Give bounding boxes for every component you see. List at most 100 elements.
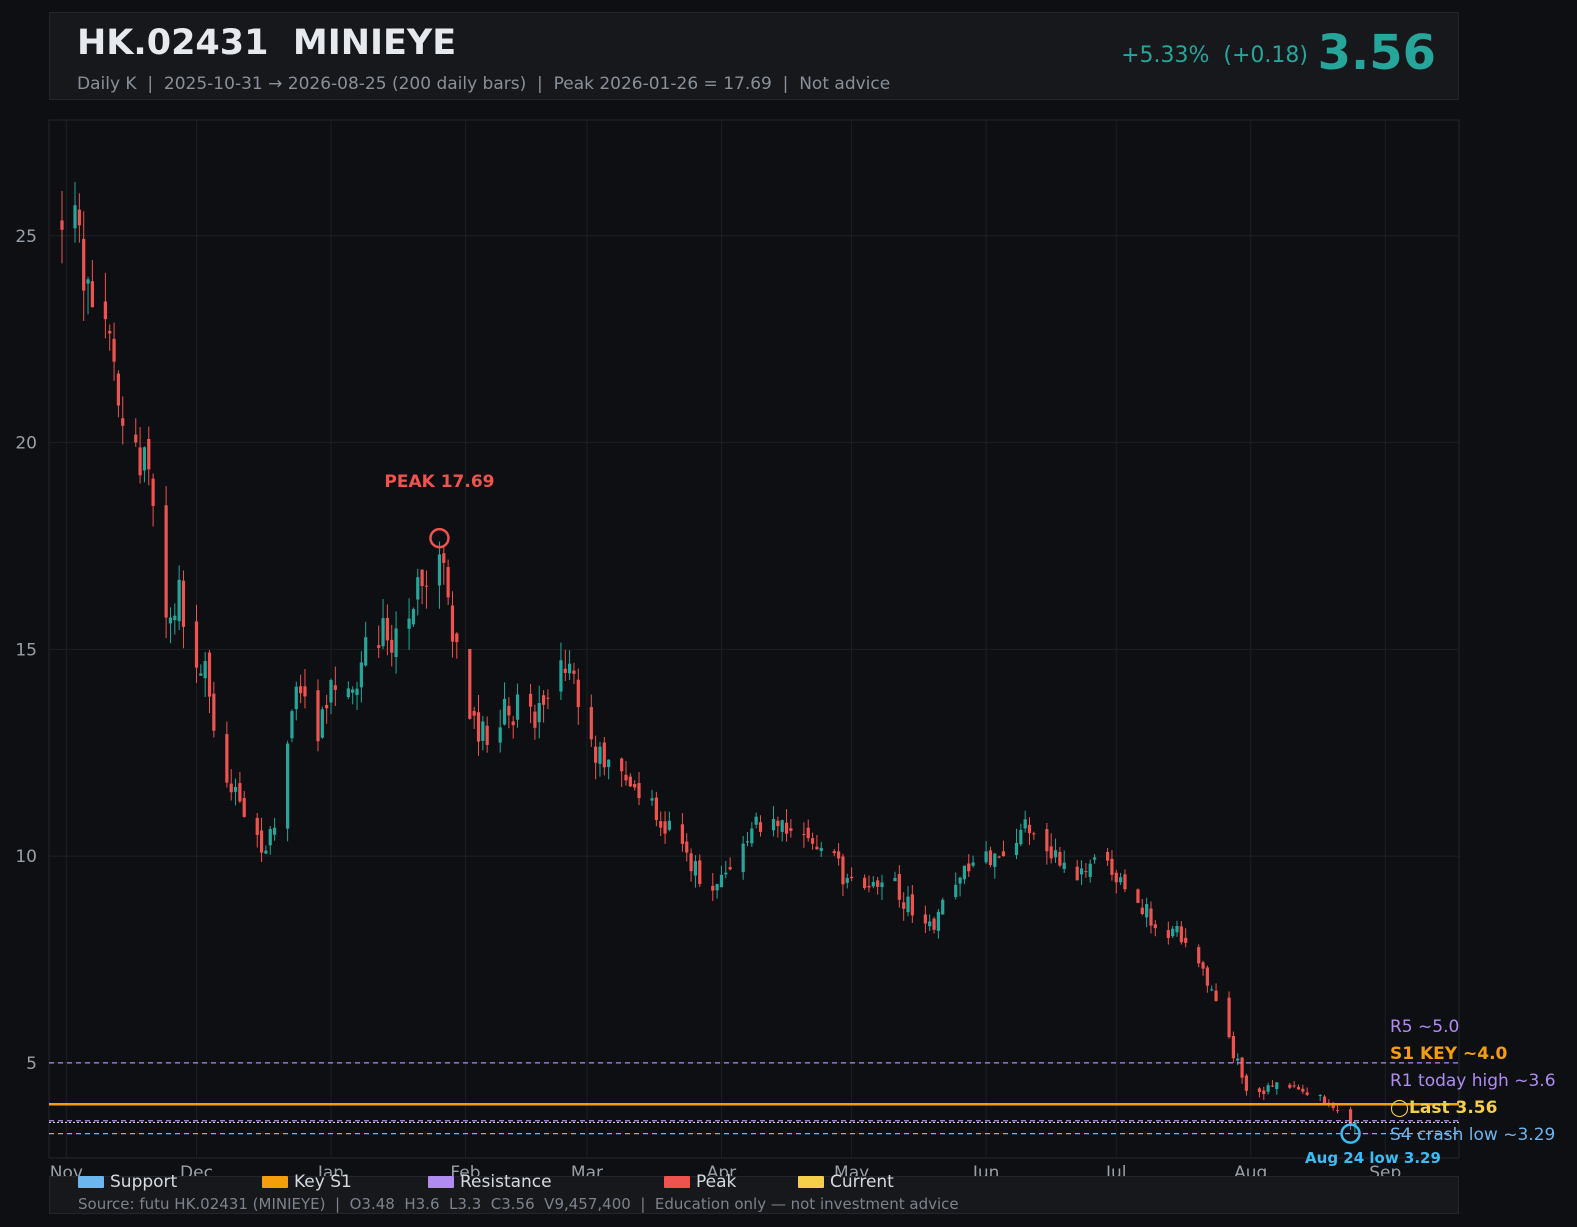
candle-body	[485, 725, 489, 745]
candle-body	[954, 884, 958, 897]
candle-body	[1053, 850, 1058, 858]
legend-label: Current	[830, 1172, 894, 1192]
candle-body	[680, 824, 685, 844]
candle-body	[1275, 1082, 1279, 1090]
candle-body	[1079, 868, 1084, 875]
candle-body	[476, 712, 481, 742]
candle-body	[1175, 926, 1179, 933]
legend-item: Resistance	[428, 1172, 552, 1192]
candle-body	[203, 661, 207, 679]
candle-body	[1136, 889, 1140, 903]
candle-body	[407, 618, 411, 629]
candle-body	[299, 686, 303, 694]
candle-body	[264, 850, 268, 854]
candle-body	[390, 639, 394, 653]
candle-body	[1184, 937, 1188, 943]
candle-body	[394, 628, 398, 658]
candle-body	[381, 618, 385, 647]
candle-body	[147, 438, 151, 470]
candle-body	[754, 816, 758, 825]
candle-body	[1305, 1092, 1309, 1095]
candle-body	[1145, 904, 1149, 918]
candle-body	[967, 863, 971, 872]
candle-body	[1335, 1110, 1340, 1112]
candle-body	[572, 670, 576, 674]
candle-body	[1084, 871, 1088, 873]
candle-body	[719, 874, 724, 888]
candle-body	[1149, 908, 1153, 926]
candle-body	[242, 798, 246, 817]
candle-body	[1210, 989, 1214, 991]
candle-body	[563, 668, 567, 673]
candle-body	[1301, 1088, 1305, 1092]
candle-body	[316, 690, 320, 742]
candle-body	[1110, 858, 1114, 875]
candle-body	[784, 822, 789, 834]
candle-body	[1201, 962, 1205, 969]
candle-body	[715, 884, 719, 891]
candle-body	[346, 688, 350, 698]
candle-body	[667, 820, 671, 830]
candle-body	[212, 693, 216, 731]
candle-body	[941, 899, 945, 915]
candle-body	[103, 301, 107, 320]
candle-body	[355, 688, 359, 696]
candle-body	[659, 821, 663, 828]
candle-body	[112, 338, 116, 362]
candle-body	[455, 633, 459, 643]
candle-body	[962, 865, 967, 880]
candle-body	[351, 689, 355, 693]
candle-body	[450, 605, 455, 642]
candle-body	[897, 874, 901, 900]
candle-body	[806, 827, 810, 839]
candle-body	[1318, 1095, 1322, 1097]
candle-body	[259, 830, 264, 853]
candle-body	[151, 478, 155, 506]
candle-body	[1019, 829, 1023, 845]
candle-body	[437, 554, 442, 586]
candle-body	[863, 877, 867, 888]
candle-body	[1088, 863, 1092, 877]
candle-body	[654, 797, 658, 821]
candle-body	[1075, 866, 1079, 881]
candle-body	[142, 447, 147, 471]
candle-body	[1153, 924, 1157, 929]
candle-body	[537, 703, 541, 723]
candle-body	[871, 881, 875, 887]
legend-swatch	[664, 1176, 690, 1188]
candle-body	[1045, 829, 1049, 852]
candle-body	[1171, 928, 1175, 937]
candle-body	[533, 711, 537, 728]
candle-body	[837, 851, 841, 859]
candle-body	[984, 851, 988, 863]
candle-body	[693, 861, 698, 876]
y-tick-label: 10	[15, 847, 37, 867]
candle-body	[73, 205, 77, 229]
candle-body	[685, 841, 689, 853]
y-tick-label: 25	[15, 227, 37, 247]
candle-body	[468, 648, 472, 719]
candle-body	[663, 821, 667, 834]
candle-body	[750, 828, 754, 844]
candle-body	[880, 882, 884, 888]
candle-body	[932, 918, 936, 930]
candle-body	[958, 877, 962, 884]
candle-body	[776, 820, 780, 827]
candle-body	[385, 617, 389, 641]
plot-area	[48, 119, 1460, 1159]
candle-body	[116, 373, 121, 406]
candle-body	[1197, 947, 1201, 964]
candle-body	[637, 783, 641, 799]
candle-body	[819, 847, 823, 851]
candle-body	[1123, 874, 1127, 890]
candle-body	[771, 819, 776, 831]
candle-body	[229, 783, 233, 793]
candle-body	[936, 911, 940, 931]
candle-body	[841, 856, 845, 885]
candle-body	[832, 851, 836, 854]
candle-body	[528, 693, 533, 707]
candle-body	[1292, 1085, 1296, 1087]
reference-label-resistance: R5 ~5.0	[1390, 1017, 1459, 1037]
candle-body	[272, 827, 277, 835]
candle-body	[121, 418, 125, 426]
